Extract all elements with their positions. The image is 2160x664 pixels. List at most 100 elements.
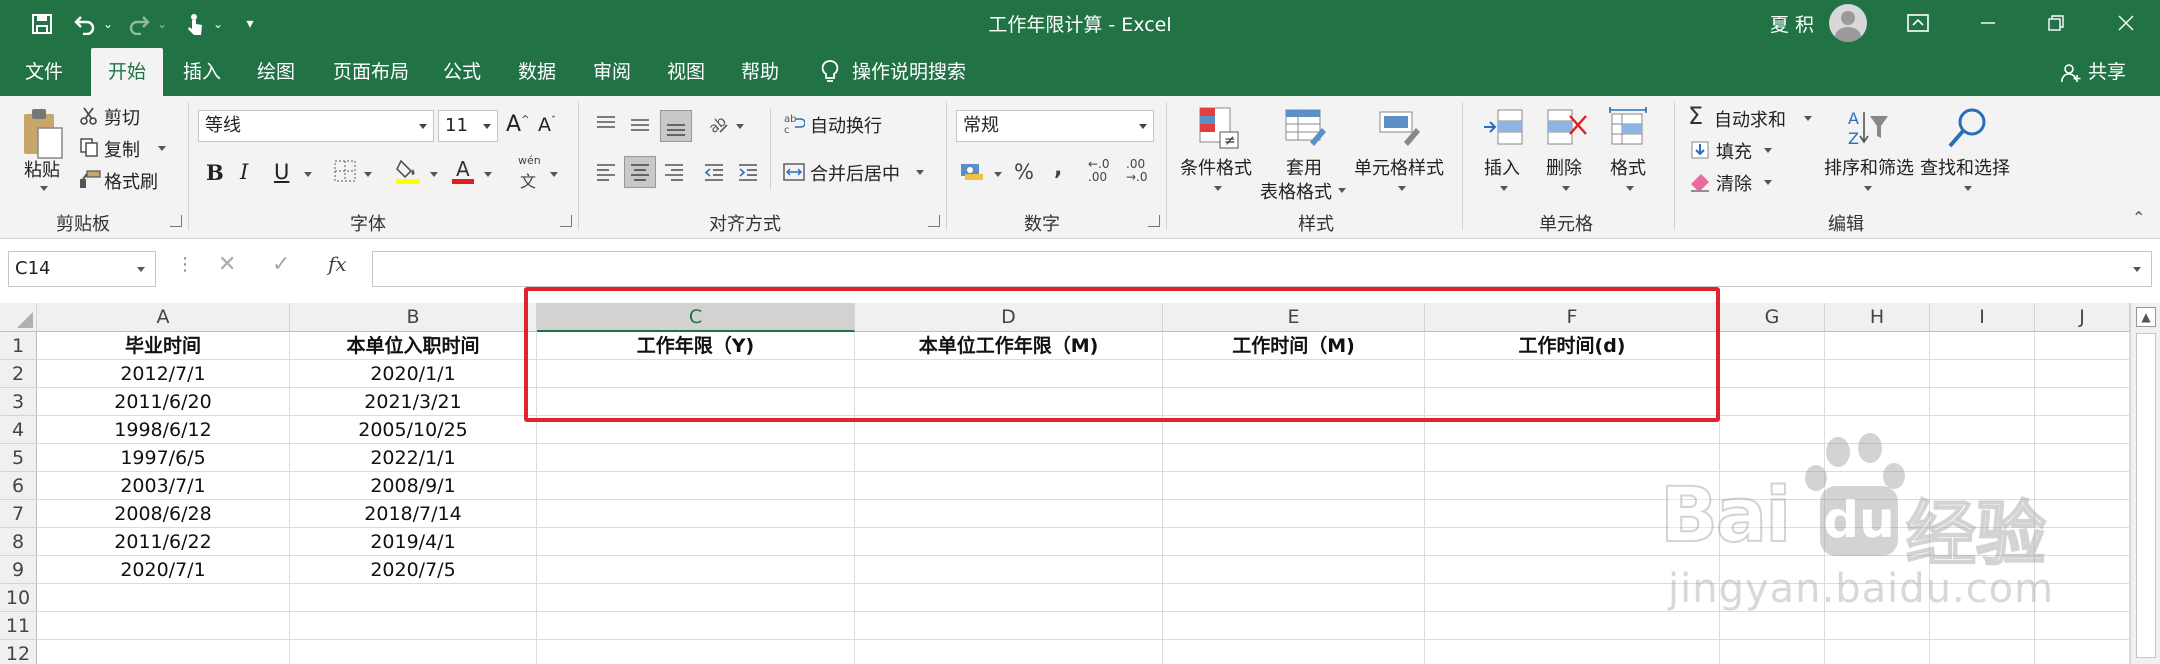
empty-cell[interactable] [2035, 360, 2130, 388]
number-format-select[interactable]: 常规 [956, 110, 1154, 142]
empty-cell[interactable] [1163, 584, 1425, 612]
empty-cell[interactable] [2035, 332, 2130, 360]
delete-button[interactable]: 删除 [1546, 154, 1582, 180]
empty-cell[interactable] [1163, 472, 1425, 500]
empty-cell[interactable] [537, 472, 855, 500]
empty-cell[interactable] [1720, 332, 1825, 360]
conditional-formatting-button[interactable]: 条件格式 [1180, 154, 1252, 180]
data-cell[interactable]: 2020/1/1 [290, 360, 537, 388]
empty-cell[interactable] [537, 500, 855, 528]
decrease-decimal-icon[interactable]: .00 →.0 [1126, 158, 1148, 184]
insert-dropdown-icon[interactable] [1500, 186, 1508, 191]
touch-mode-icon[interactable] [180, 10, 210, 38]
save-icon[interactable] [26, 10, 58, 38]
row-header[interactable]: 2 [0, 360, 37, 388]
autosum-dropdown-icon[interactable] [1804, 116, 1812, 121]
empty-cell[interactable] [1163, 528, 1425, 556]
clear-dropdown-icon[interactable] [1764, 180, 1772, 185]
empty-cell[interactable] [1163, 640, 1425, 664]
row-header[interactable]: 1 [0, 332, 37, 360]
font-color-icon[interactable]: A [450, 156, 476, 186]
empty-cell[interactable] [537, 640, 855, 664]
tab-page-layout[interactable]: 页面布局 [324, 48, 418, 96]
empty-cell[interactable] [537, 528, 855, 556]
align-top-icon[interactable] [592, 110, 620, 138]
empty-cell[interactable] [1720, 360, 1825, 388]
column-header[interactable]: G [1720, 303, 1825, 332]
empty-cell[interactable] [855, 500, 1163, 528]
font-color-dropdown-icon[interactable] [484, 172, 492, 177]
alignment-dialog-launcher[interactable] [928, 215, 940, 227]
row-header[interactable]: 12 [0, 640, 37, 664]
eraser-icon[interactable] [1688, 170, 1712, 194]
select-all-corner[interactable] [0, 303, 37, 332]
phonetic-dropdown-icon[interactable] [550, 172, 558, 177]
empty-cell[interactable] [1825, 360, 1930, 388]
tab-review[interactable]: 审阅 [580, 48, 644, 96]
empty-cell[interactable] [2035, 640, 2130, 664]
row-header[interactable]: 5 [0, 444, 37, 472]
copy-button[interactable]: 复制 [104, 136, 140, 162]
fill-dropdown-icon[interactable] [1764, 148, 1772, 153]
header-cell[interactable]: 毕业时间 [37, 332, 290, 360]
empty-cell[interactable] [1163, 556, 1425, 584]
empty-cell[interactable] [1930, 640, 2035, 664]
tab-draw[interactable]: 绘图 [244, 48, 308, 96]
wrap-text-button[interactable]: 自动换行 [810, 112, 882, 138]
sigma-icon[interactable]: Σ [1688, 102, 1703, 130]
sort-filter-icon[interactable]: AZ [1844, 104, 1892, 152]
find-select-icon[interactable] [1944, 104, 1992, 152]
minimize-icon[interactable] [1958, 0, 2018, 46]
data-cell[interactable]: 2003/7/1 [37, 472, 290, 500]
empty-cell[interactable] [1425, 640, 1720, 664]
data-cell[interactable]: 2012/7/1 [37, 360, 290, 388]
empty-cell[interactable] [1930, 360, 2035, 388]
touch-dropdown-icon[interactable]: ⌄ [210, 10, 226, 38]
column-header[interactable]: J [2035, 303, 2130, 332]
conditional-dropdown-icon[interactable] [1214, 186, 1222, 191]
row-header[interactable]: 3 [0, 388, 37, 416]
empty-cell[interactable] [855, 528, 1163, 556]
row-header[interactable]: 10 [0, 584, 37, 612]
underline-button[interactable]: U [274, 160, 289, 184]
find-select-dropdown-icon[interactable] [1964, 186, 1972, 191]
font-dialog-launcher[interactable] [560, 215, 572, 227]
avatar[interactable] [1829, 4, 1867, 42]
redo-dropdown-icon[interactable]: ⌄ [154, 10, 170, 38]
format-as-table-label-2[interactable]: 表格格式 [1260, 178, 1332, 204]
italic-button[interactable]: I [240, 160, 248, 184]
merge-center-button[interactable]: 合并后居中 [810, 160, 900, 186]
empty-cell[interactable] [290, 612, 537, 640]
row-header[interactable]: 7 [0, 500, 37, 528]
restore-icon[interactable] [2026, 0, 2086, 46]
orientation-dropdown-icon[interactable] [736, 124, 744, 129]
empty-cell[interactable] [855, 612, 1163, 640]
align-bottom-icon[interactable] [660, 110, 692, 142]
share-person-icon[interactable] [2060, 62, 2082, 84]
data-cell[interactable]: 2021/3/21 [290, 388, 537, 416]
empty-cell[interactable] [1163, 444, 1425, 472]
ribbon-display-options-icon[interactable] [1888, 0, 1948, 46]
empty-cell[interactable] [290, 584, 537, 612]
empty-cell[interactable] [855, 556, 1163, 584]
increase-decimal-icon[interactable]: ←.0.00 [1088, 158, 1110, 184]
sort-filter-dropdown-icon[interactable] [1864, 186, 1872, 191]
empty-cell[interactable] [537, 444, 855, 472]
fill-color-dropdown-icon[interactable] [430, 172, 438, 177]
cancel-entry-icon[interactable]: ✕ [218, 252, 236, 277]
scroll-up-icon[interactable]: ▲ [2136, 307, 2156, 327]
cut-button[interactable]: 剪切 [104, 104, 140, 130]
empty-cell[interactable] [855, 640, 1163, 664]
format-cells-icon[interactable] [1604, 104, 1652, 152]
font-family-select[interactable]: 等线 [198, 110, 434, 142]
empty-cell[interactable] [1825, 332, 1930, 360]
fill-button[interactable]: 填充 [1716, 138, 1752, 164]
data-cell[interactable]: 1997/6/5 [37, 444, 290, 472]
formula-input[interactable] [372, 251, 2152, 287]
tell-me-search[interactable]: 操作说明搜索 [852, 48, 972, 96]
empty-cell[interactable] [1720, 388, 1825, 416]
format-as-table-icon[interactable] [1282, 104, 1330, 152]
empty-cell[interactable] [1720, 640, 1825, 664]
align-right-icon[interactable] [660, 158, 688, 186]
row-header[interactable]: 4 [0, 416, 37, 444]
